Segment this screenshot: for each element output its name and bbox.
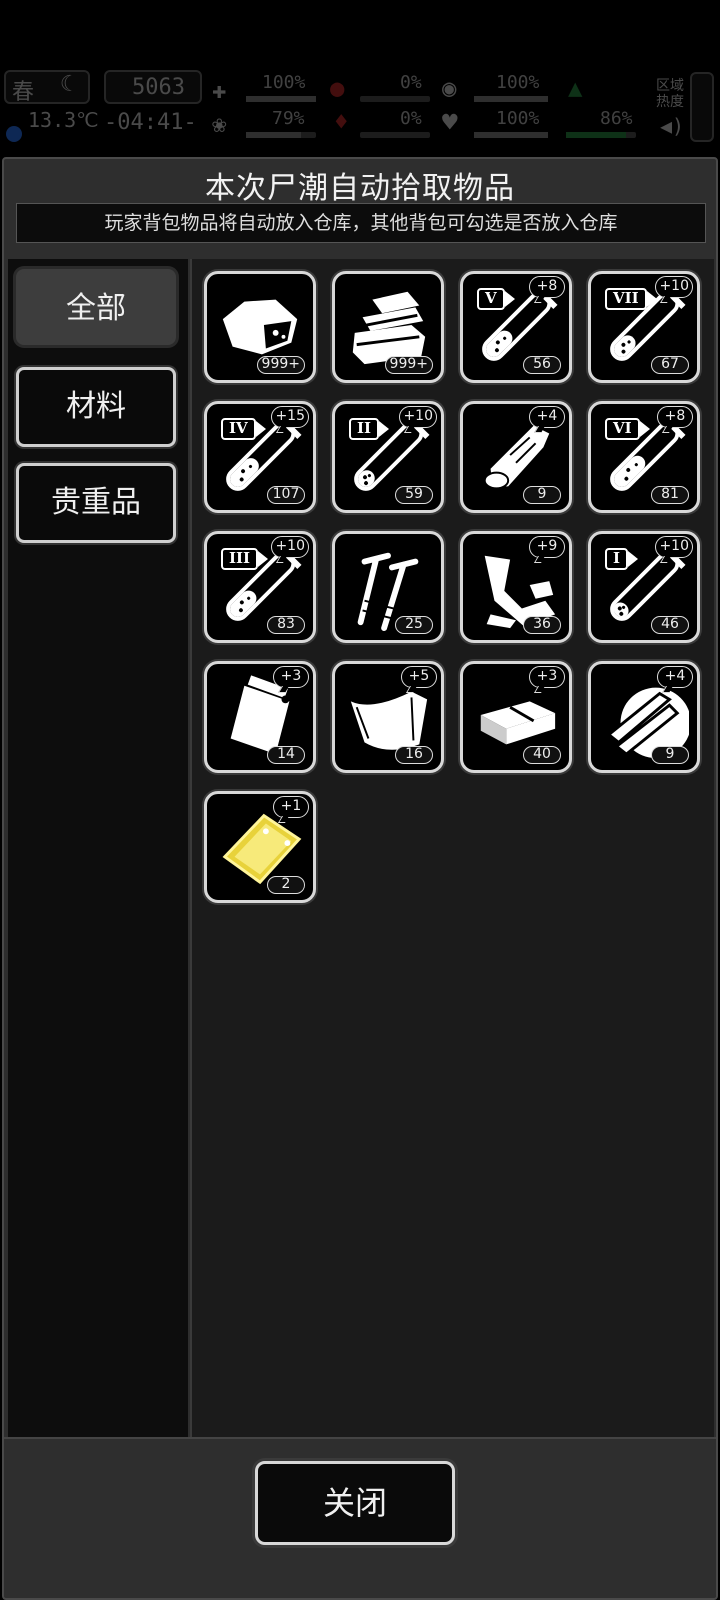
armor-bar (474, 96, 548, 102)
thermometer-icon (6, 126, 22, 142)
bonus-badge: +8 (657, 406, 693, 428)
item-count: 56 (523, 356, 561, 374)
speaker-icon[interactable]: ◀) (660, 114, 684, 138)
item-slot[interactable]: +4 9 (588, 661, 700, 773)
category-sidebar: 全部 材料 贵重品 (8, 259, 188, 1589)
tab-valuables[interactable]: 贵重品 (16, 463, 176, 543)
heart-bar (474, 132, 548, 138)
item-count: 9 (651, 746, 689, 764)
item-slot[interactable]: VII +10 67 (588, 271, 700, 383)
item-slot[interactable]: +9 36 (460, 531, 572, 643)
hunger-value: 0% (400, 72, 422, 93)
item-slot[interactable]: +5 16 (332, 661, 444, 773)
heart-icon: ♥ (442, 108, 458, 138)
helmet-icon: ◉ (442, 74, 457, 102)
brain-icon: ❀ (212, 110, 227, 138)
blood-bar (360, 132, 430, 138)
bonus-badge: +8 (529, 276, 565, 298)
item-count: 67 (651, 356, 689, 374)
item-slot[interactable]: +3 14 (204, 661, 316, 773)
bonus-badge: +15 (271, 406, 309, 428)
health-bar (246, 96, 316, 102)
item-slot[interactable]: 999+ (332, 271, 444, 383)
bonus-badge: +9 (529, 536, 565, 558)
panel-title: 本次尸潮自动拾取物品 (205, 171, 515, 206)
item-count: 16 (395, 746, 433, 764)
bonus-badge: +4 (657, 666, 693, 688)
area-heat-label: 区域热度 (656, 78, 684, 110)
season-label: 春 (12, 80, 35, 105)
tier-badge: V (477, 288, 515, 310)
health-value: 100% (262, 72, 306, 93)
tier-badge: I (605, 548, 639, 570)
item-slot[interactable]: +1 2 (204, 791, 316, 903)
item-slot[interactable]: II +10 59 (332, 401, 444, 513)
bonus-badge: +10 (271, 536, 309, 558)
item-count: 999+ (256, 356, 305, 374)
item-count: 25 (395, 616, 433, 634)
brain-value: 79% (272, 108, 305, 129)
item-slot[interactable]: III +10 83 (204, 531, 316, 643)
bonus-badge: +3 (273, 666, 309, 688)
bonus-badge: +10 (655, 536, 693, 558)
stamina-value: 86% (600, 108, 633, 129)
bonus-badge: +4 (529, 406, 565, 428)
tab-materials[interactable]: 材料 (16, 367, 176, 447)
tier-badge: VII (605, 288, 657, 310)
tab-all[interactable]: 全部 (16, 269, 176, 345)
item-slot[interactable]: V +8 56 (460, 271, 572, 383)
day-counter-box: 5063 (104, 70, 202, 104)
item-slot[interactable]: 25 (332, 531, 444, 643)
stomach-icon: ● (330, 74, 345, 102)
item-count: 36 (523, 616, 561, 634)
item-count: 999+ (384, 356, 433, 374)
item-count: 2 (267, 876, 305, 894)
heart-value: 100% (496, 108, 540, 129)
bonus-badge: +10 (655, 276, 693, 298)
moon-icon: ☾ (60, 72, 74, 97)
bonus-badge: +1 (273, 796, 309, 818)
brain-bar (246, 132, 316, 138)
item-count: 81 (651, 486, 689, 504)
item-slot[interactable]: +3 40 (460, 661, 572, 773)
item-slot[interactable]: IV +15 107 (204, 401, 316, 513)
bonus-badge: +3 (529, 666, 565, 688)
season-box: 春 ☾ (4, 70, 90, 105)
item-count: 14 (267, 746, 305, 764)
bonus-badge: +10 (399, 406, 437, 428)
blood-drop-icon: ♦ (334, 108, 349, 136)
item-count: 46 (651, 616, 689, 634)
day-counter: 5063 (132, 75, 185, 100)
armor-value: 100% (496, 72, 540, 93)
item-slot[interactable]: I +10 46 (588, 531, 700, 643)
medkit-icon: ✚ (212, 76, 227, 104)
close-button[interactable]: 关闭 (255, 1461, 455, 1545)
hunger-bar (360, 96, 430, 102)
item-count: 9 (523, 486, 561, 504)
item-slot[interactable]: +4 9 (460, 401, 572, 513)
bonus-badge: +5 (401, 666, 437, 688)
item-count: 83 (267, 616, 305, 634)
item-count: 40 (523, 746, 561, 764)
auto-loot-panel: 本次尸潮自动拾取物品 玩家背包物品将自动放入仓库，其他背包可勾选是否放入仓库 全… (2, 157, 718, 1600)
tier-badge: III (221, 548, 269, 570)
tier-badge: VI (605, 418, 650, 440)
blood-value: 0% (400, 108, 422, 129)
temperature-value: 13.3℃ (28, 108, 99, 132)
panel-subtitle: 玩家背包物品将自动放入仓库，其他背包可勾选是否放入仓库 (16, 203, 706, 243)
stamina-bar (566, 132, 636, 138)
heat-meter (690, 72, 714, 142)
item-slot[interactable]: 999+ (204, 271, 316, 383)
tier-badge: IV (221, 418, 266, 440)
clock-time: -04:41- (104, 110, 197, 135)
item-count: 107 (267, 486, 305, 504)
panel-footer: 关闭 (4, 1437, 716, 1597)
tier-badge: II (349, 418, 390, 440)
item-grid: 999+ 999+ V +8 56 VII +10 67 IV +15 107 II +10 59 +4 9 V… (190, 259, 714, 1589)
item-slot[interactable]: VI +8 81 (588, 401, 700, 513)
item-count: 59 (395, 486, 433, 504)
status-hud: 春 ☾ 13.3℃ 5063 -04:41- ✚ 100% ● 0% ◉ 100… (0, 70, 720, 146)
stamina-icon: ▲ (568, 74, 583, 102)
